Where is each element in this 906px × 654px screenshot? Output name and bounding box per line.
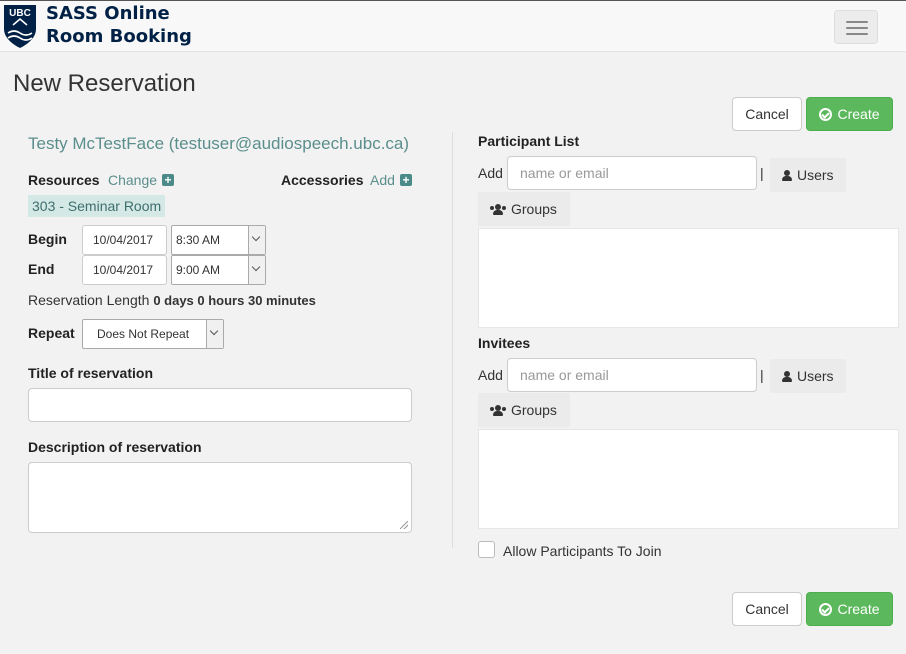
users-label: Users [797,167,834,183]
chevron-down-icon [248,256,265,284]
chevron-down-icon [206,320,223,348]
user-icon [782,370,792,382]
reservation-length: Reservation Length 0 days 0 hours 30 min… [28,292,316,308]
end-time-value: 9:00 AM [176,263,221,277]
end-time-select[interactable]: 9:00 AM [171,255,266,285]
reservation-length-value: 0 days 0 hours 30 minutes [153,293,316,308]
add-accessories-link[interactable]: Add [370,172,395,188]
invitees-label: Invitees [478,335,531,351]
end-label: End [28,261,55,277]
menu-toggle-button[interactable] [834,10,878,44]
check-circle-icon [819,602,833,616]
invitee-groups-button[interactable]: Groups [478,393,570,427]
group-icon-part [495,404,501,411]
svg-text:UBC: UBC [9,8,31,19]
participant-add-label: Add [478,165,503,181]
cancel-button-bottom[interactable]: Cancel [732,592,802,626]
end-date-input[interactable]: 10/04/2017 [82,255,167,285]
invitee-search-input[interactable]: name or email [507,358,757,392]
group-icon-part [490,406,494,411]
create-button-bottom[interactable]: Create [806,592,893,626]
plus-icon[interactable]: + [162,174,174,186]
groups-label: Groups [511,201,557,217]
users-label: Users [797,368,834,384]
hamburger-icon-bar [846,33,868,35]
title-field-label: Title of reservation [28,365,154,381]
separator: | [760,165,764,181]
cancel-label: Cancel [745,106,789,122]
invitee-list-box[interactable] [478,429,899,529]
repeat-select[interactable]: Does Not Repeat [82,319,224,349]
user-icon [782,169,792,181]
resize-grip-icon[interactable] [400,521,408,529]
resources-label: Resources [28,172,100,188]
participant-list-box[interactable] [478,228,899,328]
users-group-icon [490,404,506,416]
users-group-icon [490,203,506,215]
group-icon-part [490,205,494,210]
participant-search-input[interactable]: name or email [507,156,757,190]
reservation-owner: Testy McTestFace (testuser@audiospeech.u… [28,134,410,153]
accessories-label: Accessories [281,172,364,188]
selected-resource[interactable]: 303 - Seminar Room [28,195,166,217]
create-button-top[interactable]: Create [806,97,893,131]
brand-line-2: Room Booking [46,26,192,47]
check-circle-icon [819,107,833,121]
change-resources-link[interactable]: Change [108,172,157,188]
cancel-button-top[interactable]: Cancel [732,97,802,131]
plus-icon[interactable]: + [400,174,412,186]
repeat-value: Does Not Repeat [97,327,190,341]
participant-users-button[interactable]: Users [770,158,846,192]
page-title: New Reservation [13,70,196,97]
separator: | [760,367,764,383]
participant-groups-button[interactable]: Groups [478,192,570,226]
allow-join-label[interactable]: Allow Participants To Join [503,543,661,559]
begin-time-value: 8:30 AM [176,233,221,247]
group-icon-part [493,410,503,416]
invitee-add-label: Add [478,367,503,383]
column-divider [452,132,453,548]
begin-time-select[interactable]: 8:30 AM [171,225,266,255]
reservation-length-label: Reservation Length [28,292,150,308]
ubc-crest-logo[interactable]: UBC [3,3,37,49]
description-field-label: Description of reservation [28,439,202,455]
groups-label: Groups [511,402,557,418]
create-label: Create [837,601,880,617]
chevron-down-icon [248,226,265,254]
group-icon-part [502,205,506,210]
group-icon-part [493,209,503,215]
participant-list-label: Participant List [478,133,580,149]
repeat-label: Repeat [28,325,75,341]
group-icon-part [495,203,501,210]
begin-date-input[interactable]: 10/04/2017 [82,225,167,255]
title-input[interactable] [28,388,412,422]
hamburger-icon-bar [846,27,868,29]
create-label: Create [837,106,880,122]
description-textarea[interactable] [28,462,412,533]
begin-label: Begin [28,231,67,247]
invitee-users-button[interactable]: Users [770,359,846,393]
navbar: UBC SASS Online Room Booking [0,0,906,52]
hamburger-icon-bar [846,21,868,23]
cancel-label: Cancel [745,601,789,617]
allow-join-checkbox[interactable] [478,541,495,558]
brand-line-1: SASS Online [46,3,170,24]
brand-title[interactable]: SASS Online Room Booking [46,2,192,48]
group-icon-part [502,406,506,411]
